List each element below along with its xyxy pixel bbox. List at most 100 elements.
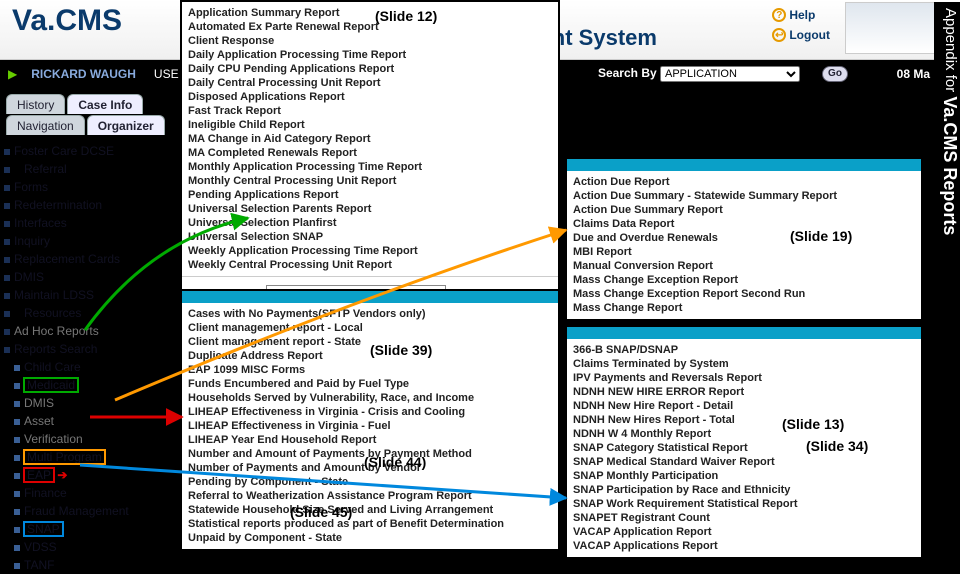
report-item[interactable]: Pending by Component - State bbox=[188, 475, 552, 489]
report-item[interactable]: Statewide Household Size Served and Livi… bbox=[188, 503, 552, 517]
nav-item[interactable]: Replacement Cards bbox=[2, 250, 174, 268]
nav-item[interactable]: Resources bbox=[2, 304, 174, 322]
tab-organizer[interactable]: Organizer bbox=[87, 115, 165, 135]
go-button[interactable]: Go bbox=[822, 66, 848, 82]
report-item[interactable]: Monthly Central Processing Unit Report bbox=[188, 174, 552, 188]
logout-icon: ↩ bbox=[772, 28, 786, 42]
report-item[interactable]: Action Due Report bbox=[573, 175, 915, 189]
report-item[interactable]: SNAPET Registrant Count bbox=[573, 511, 915, 525]
nav-sub[interactable]: EAP ➔ bbox=[12, 466, 174, 484]
user-name: RICKARD WAUGH bbox=[31, 67, 136, 81]
nav-item[interactable]: Referral bbox=[2, 160, 174, 178]
report-item[interactable]: Due and Overdue Renewals bbox=[573, 231, 915, 245]
report-item[interactable]: Client Response bbox=[188, 34, 552, 48]
report-item[interactable]: Unpaid by Component - State bbox=[188, 531, 552, 545]
report-item[interactable]: Disposed Applications Report bbox=[188, 90, 552, 104]
report-item[interactable]: Universal Selection SNAP bbox=[188, 230, 552, 244]
report-item[interactable]: SNAP Work Requirement Statistical Report bbox=[573, 497, 915, 511]
help-icon: ? bbox=[772, 8, 786, 22]
nav-sub[interactable]: Fraud Management bbox=[12, 502, 174, 520]
report-item[interactable]: Fast Track Report bbox=[188, 104, 552, 118]
nav-item[interactable]: Ad Hoc Reports bbox=[2, 322, 174, 340]
report-item[interactable]: Daily Application Processing Time Report bbox=[188, 48, 552, 62]
report-item[interactable]: Weekly Central Processing Unit Report bbox=[188, 258, 552, 272]
report-item[interactable]: SNAP Medical Standard Waiver Report bbox=[573, 455, 915, 469]
report-item[interactable]: Mass Change Report bbox=[573, 301, 915, 315]
report-item[interactable]: Daily CPU Pending Applications Report bbox=[188, 62, 552, 76]
nav-sub[interactable]: Child Care bbox=[12, 358, 174, 376]
nav-sub[interactable]: Finance bbox=[12, 484, 174, 502]
report-item[interactable]: Pending Applications Report bbox=[188, 188, 552, 202]
report-item[interactable]: MA Change in Aid Category Report bbox=[188, 132, 552, 146]
report-item[interactable]: Referral to Weatherization Assistance Pr… bbox=[188, 489, 552, 503]
nav-sub[interactable]: Asset bbox=[12, 412, 174, 430]
logout-link[interactable]: ↩Logout bbox=[772, 28, 830, 42]
report-item[interactable]: Universal Selection Planfirst bbox=[188, 216, 552, 230]
nav-sub[interactable]: VDSS bbox=[12, 538, 174, 556]
report-item[interactable]: VACAP Application Report bbox=[573, 525, 915, 539]
callout-slide-39: (Slide 39) bbox=[370, 342, 432, 358]
report-item[interactable]: Mass Change Exception Report Second Run bbox=[573, 287, 915, 301]
report-item[interactable]: Manual Conversion Report bbox=[573, 259, 915, 273]
report-item[interactable]: 366-B SNAP/DSNAP bbox=[573, 343, 915, 357]
nav-sub[interactable]: Multi Program bbox=[12, 448, 174, 466]
report-item[interactable]: Funds Encumbered and Paid by Fuel Type bbox=[188, 377, 552, 391]
nav-sub[interactable]: SNAP bbox=[12, 520, 174, 538]
report-item[interactable]: LIHEAP Year End Household Report bbox=[188, 433, 552, 447]
nav-item[interactable]: Maintain LDSS bbox=[2, 286, 174, 304]
report-item[interactable]: Universal Selection Parents Report bbox=[188, 202, 552, 216]
report-item[interactable]: MA Completed Renewals Report bbox=[188, 146, 552, 160]
report-item[interactable]: NDNH New Hires Report - Total bbox=[573, 413, 915, 427]
nav-item[interactable]: Foster Care DCSE bbox=[2, 142, 174, 160]
report-item[interactable]: LIHEAP Effectiveness in Virginia - Fuel bbox=[188, 419, 552, 433]
report-item[interactable]: Cases with No Payments(SFTP Vendors only… bbox=[188, 307, 552, 321]
logo: Va.CMS bbox=[12, 4, 122, 38]
nav-sub[interactable]: Verification bbox=[12, 430, 174, 448]
report-item[interactable]: SNAP Monthly Participation bbox=[573, 469, 915, 483]
report-item[interactable]: Claims Data Report bbox=[573, 217, 915, 231]
report-item[interactable]: Client management report - Local bbox=[188, 321, 552, 335]
tab-history[interactable]: History bbox=[6, 94, 65, 114]
report-item[interactable]: MBI Report bbox=[573, 245, 915, 259]
nav-item[interactable]: DMIS bbox=[2, 268, 174, 286]
report-item[interactable]: Monthly Application Processing Time Repo… bbox=[188, 160, 552, 174]
report-item[interactable]: Weekly Application Processing Time Repor… bbox=[188, 244, 552, 258]
report-item[interactable]: LIHEAP Effectiveness in Virginia - Crisi… bbox=[188, 405, 552, 419]
play-icon[interactable]: ▶ bbox=[8, 67, 17, 81]
report-item[interactable]: NDNH NEW HIRE ERROR Report bbox=[573, 385, 915, 399]
tab-navigation[interactable]: Navigation bbox=[6, 115, 85, 135]
report-item[interactable]: Claims Terminated by System bbox=[573, 357, 915, 371]
nav-item[interactable]: Forms bbox=[2, 178, 174, 196]
report-item[interactable]: EAP 1099 MISC Forms bbox=[188, 363, 552, 377]
tab-case-info[interactable]: Case Info bbox=[67, 94, 143, 114]
report-item[interactable]: Action Due Summary Report bbox=[573, 203, 915, 217]
report-item[interactable]: Daily Central Processing Unit Report bbox=[188, 76, 552, 90]
report-item[interactable]: Statistical reports produced as part of … bbox=[188, 517, 552, 531]
nav-item[interactable]: Inquiry bbox=[2, 232, 174, 250]
report-item[interactable]: Ineligible Child Report bbox=[188, 118, 552, 132]
report-item[interactable]: Application Summary Report bbox=[188, 6, 552, 20]
report-item[interactable]: Households Served by Vulnerability, Race… bbox=[188, 391, 552, 405]
nav-item[interactable]: Redetermination bbox=[2, 196, 174, 214]
nav-sub[interactable]: Medicaid bbox=[12, 376, 174, 394]
panel-bar bbox=[567, 159, 921, 171]
nav-item[interactable]: Reports Search bbox=[2, 340, 174, 358]
callout-slide-45: (Slide 45) bbox=[290, 504, 352, 520]
report-item[interactable]: NDNH New Hire Report - Detail bbox=[573, 399, 915, 413]
left-nav: Foster Care DCSE Referral Forms Redeterm… bbox=[2, 142, 174, 574]
secondary-tabs: Navigation Organizer bbox=[6, 115, 165, 135]
report-item[interactable]: Action Due Summary - Statewide Summary R… bbox=[573, 189, 915, 203]
primary-tabs: History Case Info bbox=[6, 94, 143, 114]
nav-sub[interactable]: TANF bbox=[12, 556, 174, 574]
date-label: 08 Ma bbox=[897, 67, 930, 81]
report-item[interactable]: VACAP Applications Report bbox=[573, 539, 915, 553]
report-item[interactable]: SNAP Participation by Race and Ethnicity bbox=[573, 483, 915, 497]
help-link[interactable]: ?Help bbox=[772, 8, 830, 22]
report-item[interactable]: Automated Ex Parte Renewal Report bbox=[188, 20, 552, 34]
search-select[interactable]: APPLICATION bbox=[660, 66, 800, 82]
report-item[interactable]: Mass Change Exception Report bbox=[573, 273, 915, 287]
nav-item[interactable]: Interfaces bbox=[2, 214, 174, 232]
nav-sub[interactable]: DMIS bbox=[12, 394, 174, 412]
panel-bar bbox=[567, 327, 921, 339]
report-item[interactable]: IPV Payments and Reversals Report bbox=[573, 371, 915, 385]
